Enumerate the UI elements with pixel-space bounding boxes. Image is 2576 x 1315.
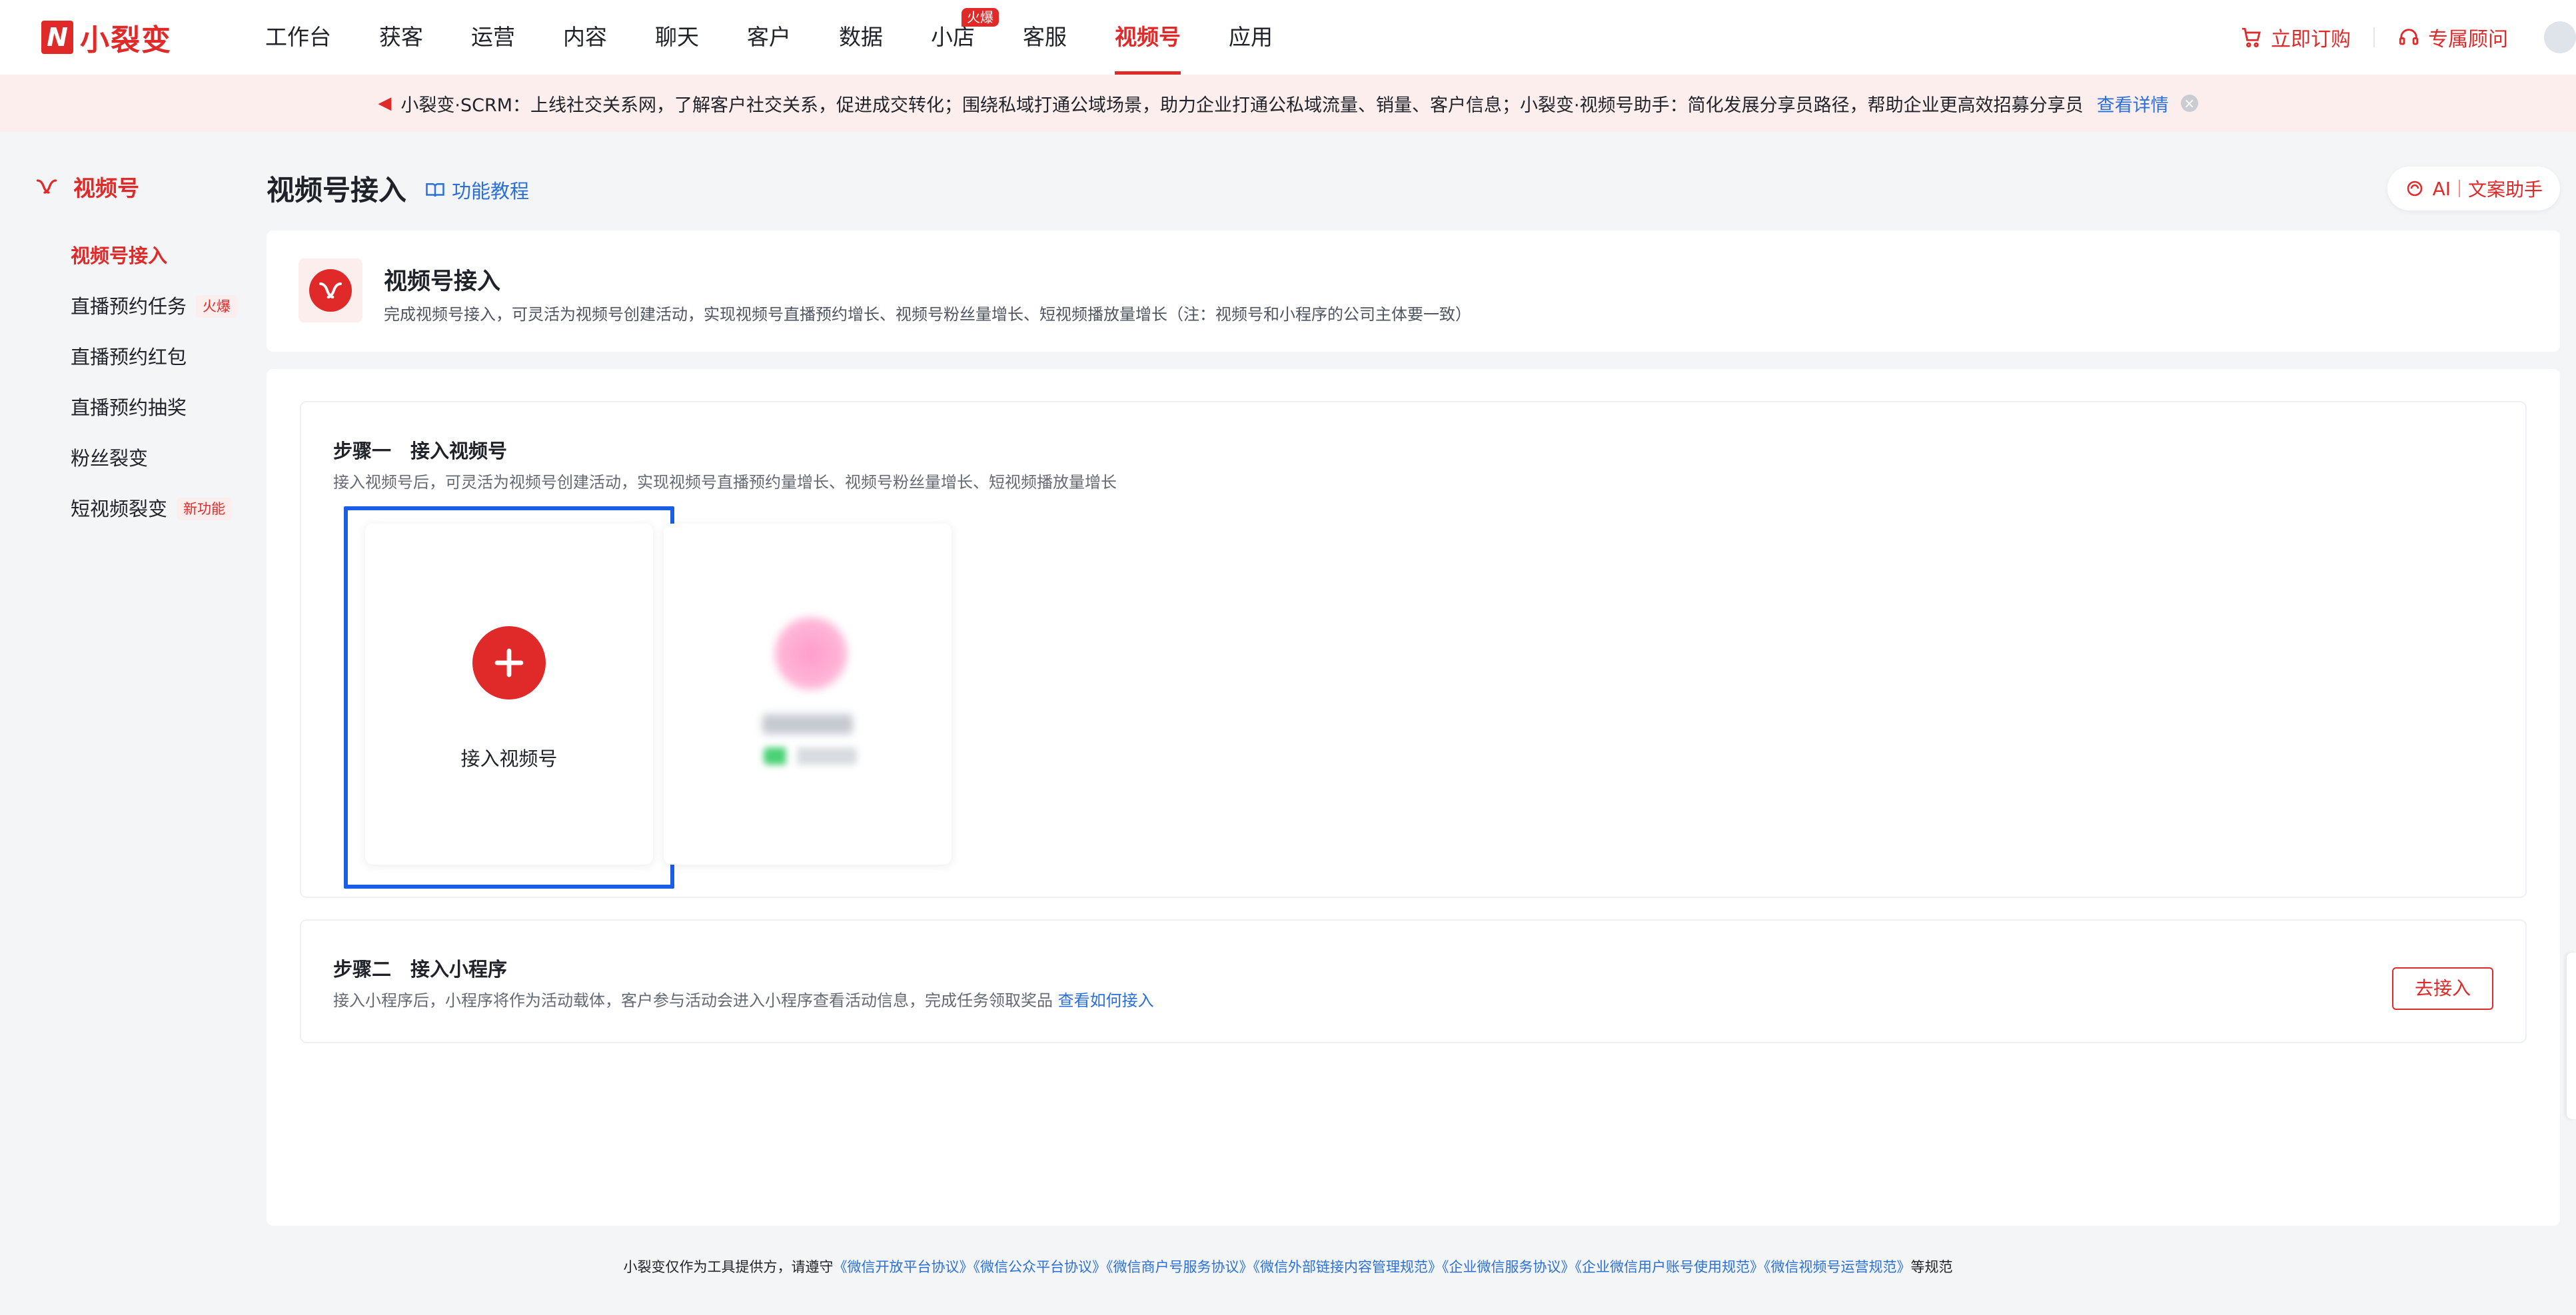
footer-link-official-account[interactable]: 《微信公众平台协议》 [973, 1259, 1107, 1275]
notice-bar: ◀ 小裂变·SCRM：上线社交关系网，了解客户社交关系，促进成交转化；围绕私域打… [0, 75, 2576, 132]
step-one-title: 步骤一 接入视频号 [333, 440, 508, 462]
ai-copywriting-assistant-button[interactable]: AI 文案助手 [2387, 167, 2560, 211]
headset-icon [2399, 29, 2419, 45]
how-to-connect-link[interactable]: 查看如何接入 [1058, 991, 1154, 1010]
nav-item-workbench[interactable]: 工作台 [265, 0, 331, 75]
divider [2458, 180, 2460, 197]
logo-mark-icon: N [41, 21, 73, 54]
new-feature-tag: 新功能 [177, 498, 233, 520]
sidebar: 视频号 视频号接入 直播预约任务 火爆 直播预约红包 直播预约抽奖 粉丝裂变 短… [0, 132, 267, 1315]
intro-card: 视频号接入 完成视频号接入，可灵活为视频号创建活动，实现视频号直播预约增长、视频… [267, 230, 2560, 352]
intro-title: 视频号接入 [384, 268, 501, 295]
nav-item-content[interactable]: 内容 [563, 0, 607, 75]
order-now-link[interactable]: 立即订购 [2240, 23, 2351, 52]
main-nav: 工作台 获客 运营 内容 聊天 客户 数据 小店 火爆 客服 视频号 应用 [265, 0, 1273, 75]
add-channel-label: 接入视频号 [460, 747, 558, 770]
page-title: 视频号接入 [267, 174, 407, 207]
user-avatar[interactable] [2544, 21, 2576, 53]
step-two-title: 步骤二 接入小程序 [333, 958, 508, 981]
footer-link-wecom-service[interactable]: 《企业微信服务协议》 [1442, 1259, 1575, 1275]
nav-item-channels[interactable]: 视频号 [1115, 0, 1181, 75]
channel-status-blurred [764, 747, 857, 765]
go-connect-button[interactable]: 去接入 [2392, 967, 2493, 1010]
connected-channel-tile[interactable] [664, 524, 952, 865]
channels-icon [36, 179, 57, 194]
steps-panel: 步骤一 接入视频号 接入视频号后，可灵活为视频号创建活动，实现视频号直播预约量增… [267, 369, 2560, 1226]
sidebar-item-channels-access[interactable]: 视频号接入 [71, 230, 237, 281]
channel-name-blurred [762, 714, 853, 734]
nav-item-data[interactable]: 数据 [839, 0, 883, 75]
nav-item-acquire[interactable]: 获客 [379, 0, 423, 75]
notice-text: 小裂变·SCRM：上线社交关系网，了解客户社交关系，促进成交转化；围绕私域打通公… [400, 95, 2084, 116]
step-one-box: 步骤一 接入视频号 接入视频号后，可灵活为视频号创建活动，实现视频号直播预约量增… [300, 401, 2527, 898]
intro-description: 完成视频号接入，可灵活为视频号创建活动，实现视频号直播预约增长、视频号粉丝量增长… [384, 305, 1471, 324]
ai-spark-icon [2407, 181, 2422, 197]
sidebar-item-live-reservation-lottery[interactable]: 直播预约抽奖 [71, 382, 237, 433]
nav-item-service[interactable]: 客服 [1023, 0, 1067, 75]
channels-icon [319, 282, 342, 298]
hot-badge: 火爆 [962, 8, 999, 27]
logo-text: 小裂变 [80, 23, 172, 57]
step-two-description: 接入小程序后，小程序将作为活动载体，客户参与活动会进入小程序查看活动信息，完成任… [333, 991, 1154, 1010]
notice-detail-link[interactable]: 查看详情 [2097, 91, 2169, 117]
channels-logo [299, 258, 362, 322]
close-icon[interactable]: × [2180, 95, 2198, 112]
divider [2373, 27, 2375, 47]
top-right-actions: 立即订购 专属顾问 [2240, 0, 2576, 75]
footer-link-wecom-account[interactable]: 《企业微信用户账号使用规范》 [1575, 1259, 1764, 1275]
step-two-box: 步骤二 接入小程序 接入小程序后，小程序将作为活动载体，客户参与活动会进入小程序… [300, 919, 2527, 1043]
sidebar-item-live-reservation-redpacket[interactable]: 直播预约红包 [71, 332, 237, 382]
sidebar-items: 视频号接入 直播预约任务 火爆 直播预约红包 直播预约抽奖 粉丝裂变 短视频裂变… [71, 230, 238, 534]
footer-link-merchant[interactable]: 《微信商户号服务协议》 [1106, 1259, 1253, 1275]
nav-item-chat[interactable]: 聊天 [655, 0, 699, 75]
nav-item-customer[interactable]: 客户 [747, 0, 791, 75]
nav-item-operate[interactable]: 运营 [471, 0, 515, 75]
sidebar-item-short-video-fission[interactable]: 短视频裂变 新功能 [71, 484, 237, 534]
sidebar-item-fan-fission[interactable]: 粉丝裂变 [71, 433, 237, 484]
hot-tag: 火爆 [196, 295, 238, 318]
channel-avatar [774, 617, 848, 690]
book-icon [426, 183, 444, 197]
footer-link-channels-rules[interactable]: 《微信视频号运营规范》 [1764, 1259, 1911, 1275]
logo[interactable]: N 小裂变 [41, 16, 172, 59]
cart-icon [2242, 27, 2261, 48]
nav-item-apps[interactable]: 应用 [1229, 0, 1273, 75]
nav-item-shop[interactable]: 小店 火爆 [931, 0, 999, 75]
speaker-icon: ◀ [378, 93, 392, 113]
footer-link-external-links[interactable]: 《微信外部链接内容管理规范》 [1253, 1259, 1443, 1275]
tutorial-link[interactable]: 功能教程 [425, 176, 529, 204]
top-navigation-bar: N 小裂变 工作台 获客 运营 内容 聊天 客户 数据 小店 火爆 客服 视频号… [0, 0, 2576, 75]
sidebar-header: 视频号 [35, 171, 139, 203]
plus-icon [472, 626, 546, 699]
footer: 小裂变仅作为工具提供方，请遵守《微信开放平台协议》《微信公众平台协议》《微信商户… [623, 1259, 1953, 1275]
advisor-link[interactable]: 专属顾问 [2397, 23, 2508, 52]
footer-link-open-platform[interactable]: 《微信开放平台协议》 [834, 1259, 973, 1275]
step-one-description: 接入视频号后，可灵活为视频号创建活动，实现视频号直播预约量增长、视频号粉丝量增长… [333, 473, 1117, 492]
floating-side-tab[interactable] [2567, 953, 2576, 1119]
sidebar-item-live-reservation-task[interactable]: 直播预约任务 火爆 [71, 281, 238, 332]
add-channel-tile[interactable]: 接入视频号 [365, 524, 653, 865]
